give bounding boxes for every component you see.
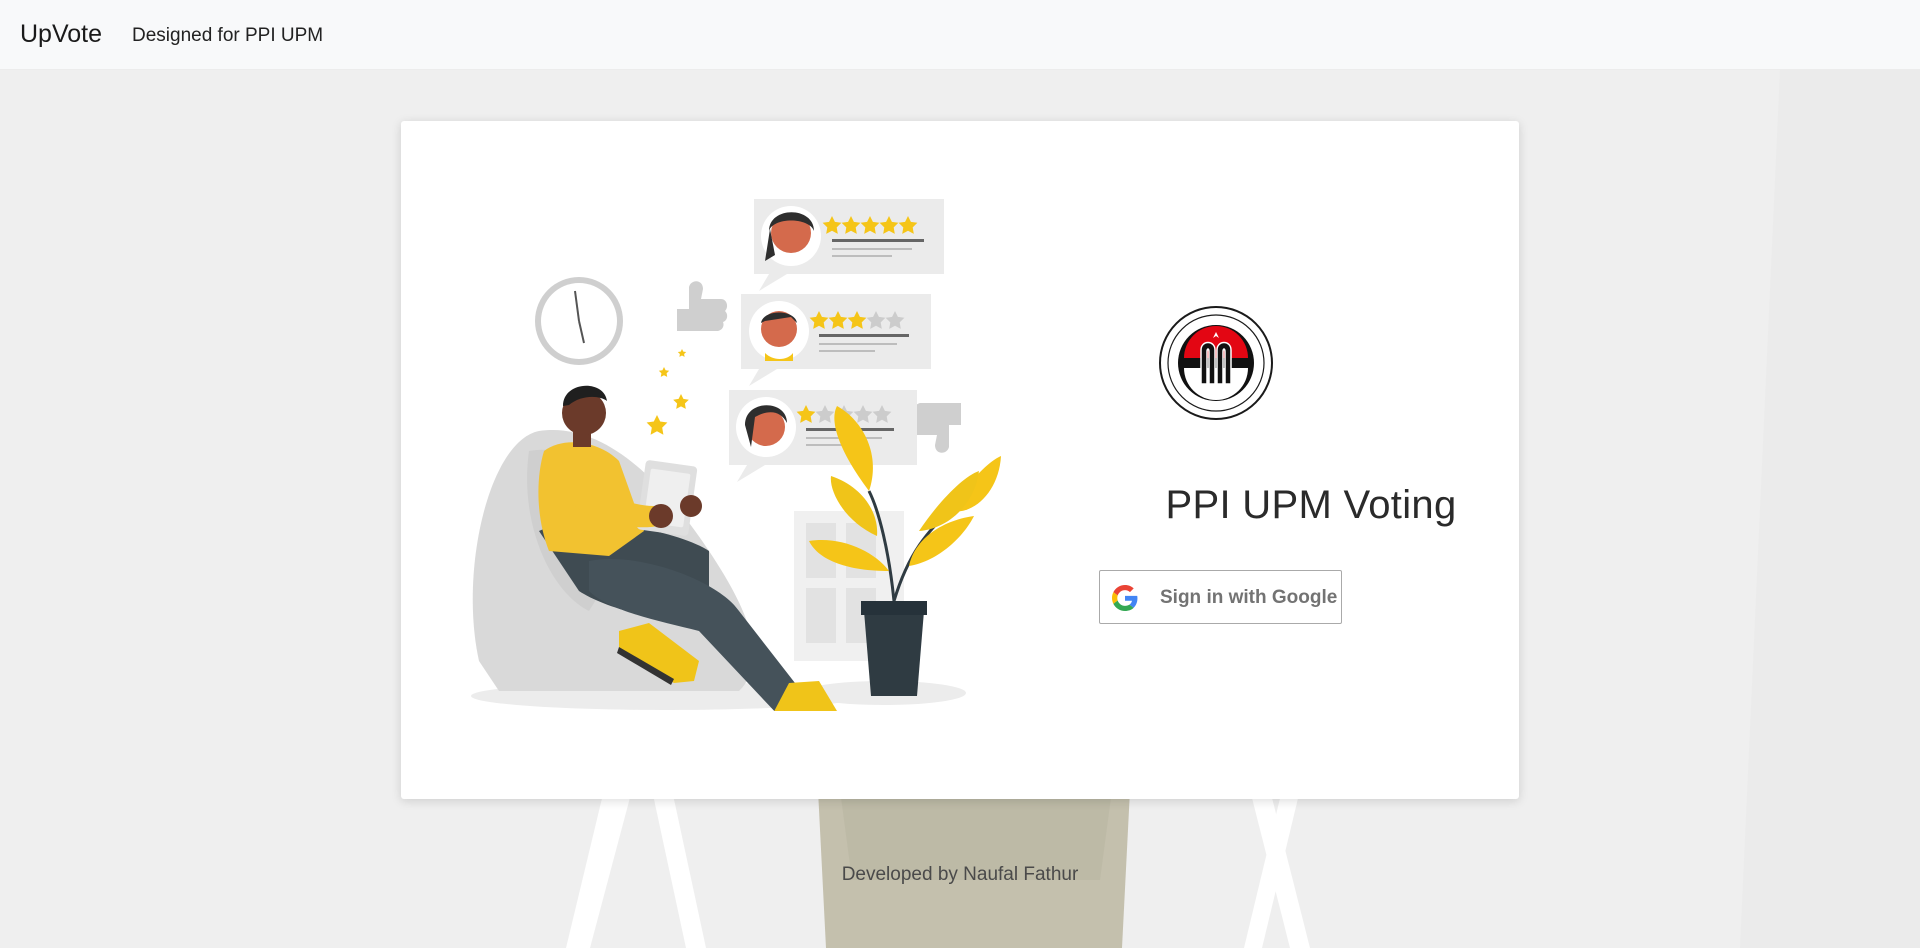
brand-link[interactable]: UpVote: [20, 19, 102, 49]
review-illustration: [471, 199, 1001, 711]
page-title: PPI UPM Voting: [1165, 483, 1457, 527]
google-sign-in-button[interactable]: Sign in with Google: [1099, 570, 1342, 624]
ppi-upm-logo: [1159, 306, 1273, 420]
google-sign-in-label: Sign in with Google: [1160, 587, 1338, 608]
navbar-tagline: Designed for PPI UPM: [132, 25, 324, 46]
google-g-icon: [1112, 585, 1138, 611]
top-navbar: UpVote Designed for PPI UPM: [0, 0, 1920, 70]
footer-credit: Developed by Naufal Fathur: [841, 864, 1079, 885]
login-card: PPI UPM Voting Sign in with Google: [401, 121, 1519, 799]
